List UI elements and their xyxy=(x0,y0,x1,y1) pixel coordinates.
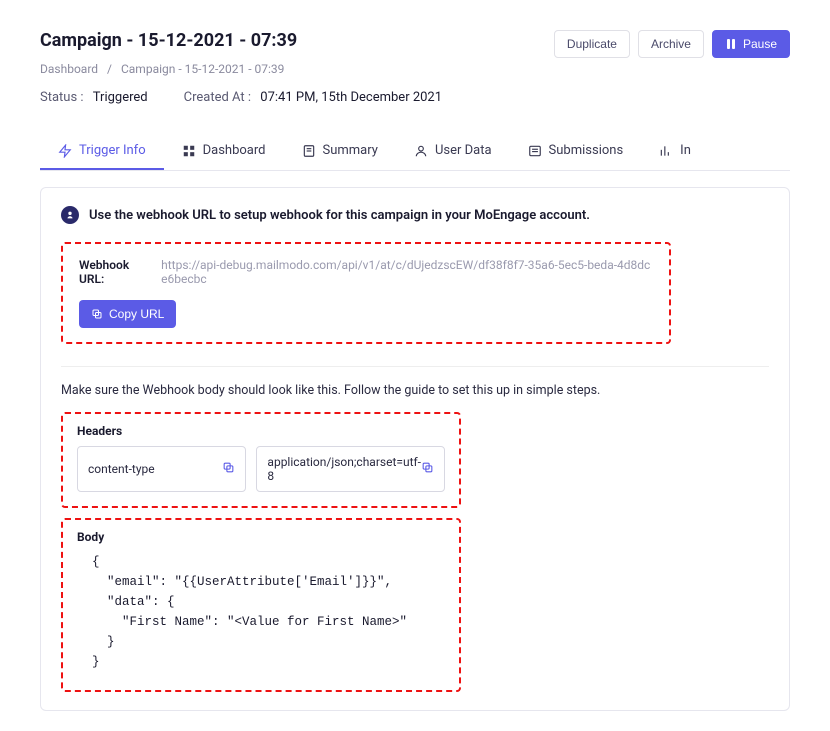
pause-icon xyxy=(725,38,737,50)
tab-dashboard[interactable]: Dashboard xyxy=(164,133,284,170)
list-icon xyxy=(528,144,542,158)
info-icon xyxy=(61,206,79,224)
trigger-info-panel: Use the webhook URL to setup webhook for… xyxy=(40,187,790,711)
tab-label: Summary xyxy=(323,143,378,158)
copy-icon xyxy=(91,308,103,320)
duplicate-button[interactable]: Duplicate xyxy=(554,30,630,58)
header-key-text: content-type xyxy=(88,462,155,476)
pause-label: Pause xyxy=(743,37,777,51)
body-hint: Make sure the Webhook body should look l… xyxy=(61,383,769,398)
body-code: { "email": "{{UserAttribute['Email']}}",… xyxy=(77,552,445,672)
tabs: Trigger Info Dashboard Summary User Data… xyxy=(40,133,790,171)
tab-insights[interactable]: In xyxy=(641,133,709,170)
created-field: Created At : 07:41 PM, 15th December 202… xyxy=(184,90,442,105)
header-value-field: application/json;charset=utf-8 xyxy=(256,446,445,492)
pause-button[interactable]: Pause xyxy=(712,30,790,58)
grid-icon xyxy=(182,144,196,158)
body-label: Body xyxy=(77,530,445,544)
divider xyxy=(61,366,769,367)
header-actions: Duplicate Archive Pause xyxy=(554,30,790,58)
copy-header-key-icon[interactable] xyxy=(222,461,235,477)
tab-trigger-info[interactable]: Trigger Info xyxy=(40,133,164,170)
webhook-url-label: Webhook URL: xyxy=(79,258,151,286)
created-label: Created At : xyxy=(184,90,251,105)
copy-url-button[interactable]: Copy URL xyxy=(79,300,176,328)
tab-submissions[interactable]: Submissions xyxy=(510,133,642,170)
tab-label: Trigger Info xyxy=(79,143,146,158)
archive-button[interactable]: Archive xyxy=(638,30,704,58)
webhook-url-value: https://api-debug.mailmodo.com/api/v1/at… xyxy=(161,258,653,286)
header-key-field: content-type xyxy=(77,446,246,492)
tab-label: User Data xyxy=(435,143,492,158)
headers-label: Headers xyxy=(77,424,445,438)
breadcrumb-sep: / xyxy=(107,62,112,76)
webhook-url-box: Webhook URL: https://api-debug.mailmodo.… xyxy=(61,242,671,344)
headers-box: Headers content-type application/json;ch… xyxy=(61,412,461,508)
document-icon xyxy=(302,144,316,158)
status-value: Triggered xyxy=(93,90,148,105)
header-value-text: application/json;charset=utf-8 xyxy=(267,455,421,483)
tab-label: Submissions xyxy=(549,143,624,158)
status-field: Status : Triggered xyxy=(40,90,148,105)
tab-summary[interactable]: Summary xyxy=(284,133,396,170)
copy-url-label: Copy URL xyxy=(109,307,164,321)
user-icon xyxy=(414,144,428,158)
chart-icon xyxy=(659,144,673,158)
callout-text: Use the webhook URL to setup webhook for… xyxy=(89,208,590,223)
breadcrumb: Dashboard / Campaign - 15-12-2021 - 07:3… xyxy=(40,62,790,76)
breadcrumb-root[interactable]: Dashboard xyxy=(40,62,98,76)
status-label: Status : xyxy=(40,90,84,105)
created-value: 07:41 PM, 15th December 2021 xyxy=(260,90,442,105)
tab-label: Dashboard xyxy=(203,143,266,158)
tab-user-data[interactable]: User Data xyxy=(396,133,510,170)
tab-label: In xyxy=(680,143,691,158)
page-title: Campaign - 15-12-2021 - 07:39 xyxy=(40,30,297,51)
body-box: Body { "email": "{{UserAttribute['Email'… xyxy=(61,518,461,692)
webhook-callout: Use the webhook URL to setup webhook for… xyxy=(61,206,769,224)
copy-header-value-icon[interactable] xyxy=(421,461,434,477)
lightning-icon xyxy=(58,144,72,158)
breadcrumb-current: Campaign - 15-12-2021 - 07:39 xyxy=(121,62,284,76)
